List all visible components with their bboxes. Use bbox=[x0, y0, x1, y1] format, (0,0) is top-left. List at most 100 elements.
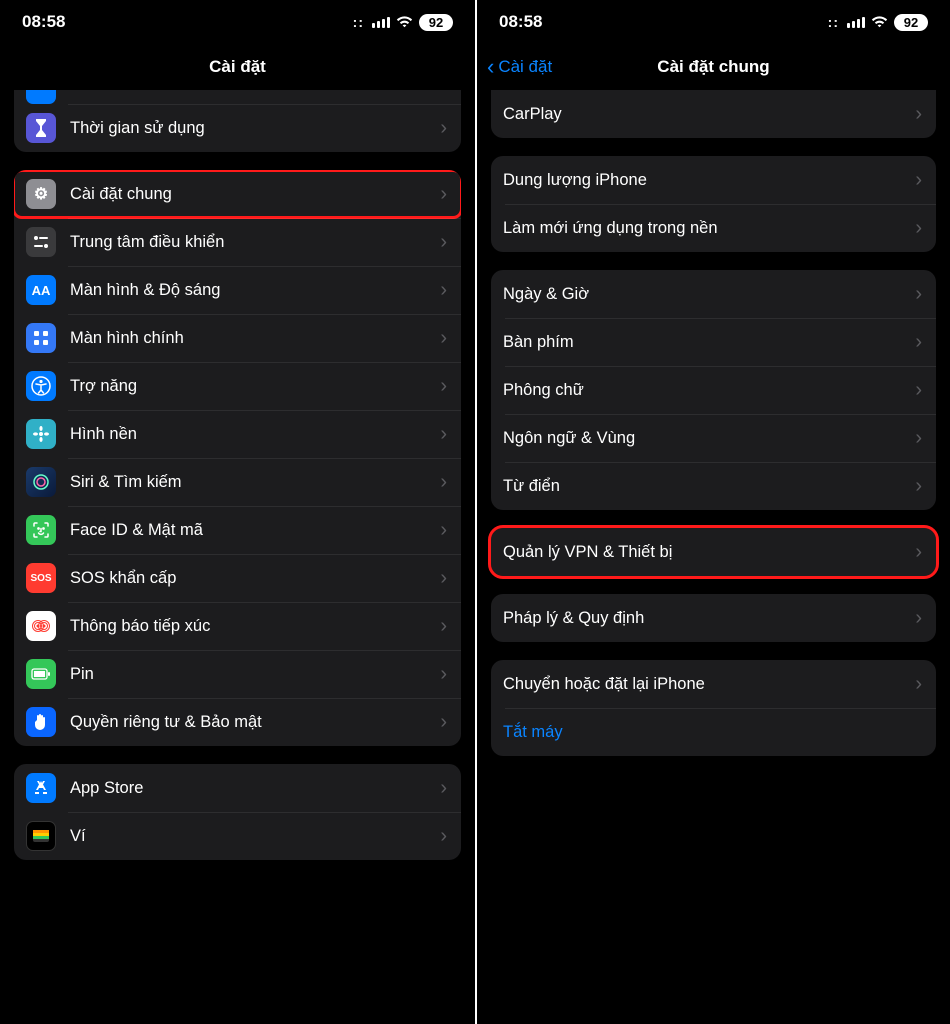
cellular-signal-icon bbox=[847, 17, 865, 28]
settings-list[interactable]: Thời gian sử dụng › ⚙ Cài đặt chung › Tr… bbox=[0, 90, 475, 1024]
nav-bar: ‹ Cài đặt Cài đặt chung bbox=[477, 44, 950, 90]
chevron-right-icon: › bbox=[915, 608, 922, 628]
group-locale: Ngày & Giờ › Bàn phím › Phông chữ › Ngôn… bbox=[491, 270, 936, 510]
row-label: Màn hình chính bbox=[70, 329, 426, 348]
row-label: Cài đặt chung bbox=[70, 185, 426, 204]
row-battery[interactable]: Pin › bbox=[14, 650, 461, 698]
row-screentime[interactable]: Thời gian sử dụng › bbox=[14, 104, 461, 152]
row-faceid[interactable]: Face ID & Mật mã › bbox=[14, 506, 461, 554]
grid-icon bbox=[26, 323, 56, 353]
row-label: Pin bbox=[70, 665, 426, 684]
group-legal: Pháp lý & Quy định › bbox=[491, 594, 936, 642]
back-button[interactable]: ‹ Cài đặt bbox=[487, 44, 552, 90]
row-label: Thời gian sử dụng bbox=[70, 119, 426, 138]
toggles-icon bbox=[26, 227, 56, 257]
exposure-icon bbox=[26, 611, 56, 641]
row-label: Tắt máy bbox=[503, 723, 922, 742]
row-general[interactable]: ⚙ Cài đặt chung › bbox=[14, 170, 461, 218]
row-label: CarPlay bbox=[503, 105, 901, 124]
chevron-right-icon: › bbox=[440, 376, 447, 396]
row-vpn-device[interactable]: Quản lý VPN & Thiết bị › bbox=[491, 528, 936, 576]
row-dictionary[interactable]: Từ điển › bbox=[491, 462, 936, 510]
faceid-icon bbox=[26, 515, 56, 545]
screenshot-right: 08:58 :: 92 ‹ Cài đặt Cài đặt chung CarP… bbox=[475, 0, 950, 1024]
row-carplay[interactable]: CarPlay › bbox=[491, 90, 936, 138]
row-label: Siri & Tìm kiếm bbox=[70, 473, 426, 492]
battery-level: 92 bbox=[904, 15, 918, 30]
chevron-right-icon: › bbox=[440, 616, 447, 636]
chevron-right-icon: › bbox=[915, 284, 922, 304]
general-list[interactable]: CarPlay › Dung lượng iPhone › Làm mới ứn… bbox=[477, 90, 950, 1024]
group-reset: Chuyển hoặc đặt lại iPhone › Tắt máy bbox=[491, 660, 936, 756]
gear-icon: ⚙ bbox=[26, 179, 56, 209]
flower-icon bbox=[26, 419, 56, 449]
row-label: Trợ năng bbox=[70, 377, 426, 396]
row-language-region[interactable]: Ngôn ngữ & Vùng › bbox=[491, 414, 936, 462]
chevron-right-icon: › bbox=[440, 568, 447, 588]
chevron-right-icon: › bbox=[440, 280, 447, 300]
chevron-right-icon: › bbox=[915, 332, 922, 352]
settings-group-main: ⚙ Cài đặt chung › Trung tâm điều khiển ›… bbox=[14, 170, 461, 746]
dual-sim-icon: :: bbox=[353, 14, 364, 30]
group-storage: Dung lượng iPhone › Làm mới ứng dụng tro… bbox=[491, 156, 936, 252]
row-transfer-reset[interactable]: Chuyển hoặc đặt lại iPhone › bbox=[491, 660, 936, 708]
row-keyboard[interactable]: Bàn phím › bbox=[491, 318, 936, 366]
chevron-right-icon: › bbox=[915, 170, 922, 190]
row-label: SOS khẩn cấp bbox=[70, 569, 426, 588]
row-privacy[interactable]: Quyền riêng tư & Bảo mật › bbox=[14, 698, 461, 746]
hand-icon bbox=[26, 707, 56, 737]
group-carplay: CarPlay › bbox=[491, 90, 936, 138]
row-label: Quyền riêng tư & Bảo mật bbox=[70, 713, 426, 732]
row-label: Phông chữ bbox=[503, 381, 901, 400]
status-right: :: 92 bbox=[353, 14, 453, 31]
row-sos[interactable]: SOS SOS khẩn cấp › bbox=[14, 554, 461, 602]
row-label: Quản lý VPN & Thiết bị bbox=[503, 543, 901, 562]
chevron-right-icon: › bbox=[440, 520, 447, 540]
row-exposure[interactable]: Thông báo tiếp xúc › bbox=[14, 602, 461, 650]
row-date-time[interactable]: Ngày & Giờ › bbox=[491, 270, 936, 318]
row-accessibility[interactable]: Trợ năng › bbox=[14, 362, 461, 410]
row-display[interactable]: AA Màn hình & Độ sáng › bbox=[14, 266, 461, 314]
dual-sim-icon: :: bbox=[828, 14, 839, 30]
partial-icon bbox=[26, 90, 56, 104]
chevron-right-icon: › bbox=[915, 218, 922, 238]
chevron-right-icon: › bbox=[440, 184, 447, 204]
battery-icon bbox=[26, 659, 56, 689]
chevron-right-icon: › bbox=[440, 232, 447, 252]
nav-bar: Cài đặt bbox=[0, 44, 475, 90]
chevron-left-icon: ‹ bbox=[487, 56, 494, 78]
row-legal[interactable]: Pháp lý & Quy định › bbox=[491, 594, 936, 642]
settings-group-partial: Thời gian sử dụng › bbox=[14, 90, 461, 152]
chevron-right-icon: › bbox=[440, 778, 447, 798]
row-label: Thông báo tiếp xúc bbox=[70, 617, 426, 636]
row-home-screen[interactable]: Màn hình chính › bbox=[14, 314, 461, 362]
row-app-store[interactable]: App Store › bbox=[14, 764, 461, 812]
page-title: Cài đặt chung bbox=[657, 57, 769, 77]
chevron-right-icon: › bbox=[440, 826, 447, 846]
row-label: Trung tâm điều khiển bbox=[70, 233, 426, 252]
cellular-signal-icon bbox=[372, 17, 390, 28]
chevron-right-icon: › bbox=[915, 674, 922, 694]
row-wallpaper[interactable]: Hình nền › bbox=[14, 410, 461, 458]
hourglass-icon bbox=[26, 113, 56, 143]
chevron-right-icon: › bbox=[915, 542, 922, 562]
row-fonts[interactable]: Phông chữ › bbox=[491, 366, 936, 414]
wallet-icon bbox=[26, 821, 56, 851]
row-label: Ngôn ngữ & Vùng bbox=[503, 429, 901, 448]
status-bar: 08:58 :: 92 bbox=[477, 0, 950, 44]
row-background-refresh[interactable]: Làm mới ứng dụng trong nền › bbox=[491, 204, 936, 252]
screenshot-left: 08:58 :: 92 Cài đặt Thời gian sử dụng › bbox=[0, 0, 475, 1024]
status-right: :: 92 bbox=[828, 14, 928, 31]
chevron-right-icon: › bbox=[915, 104, 922, 124]
accessibility-icon bbox=[26, 371, 56, 401]
row-partial[interactable] bbox=[14, 90, 461, 104]
row-iphone-storage[interactable]: Dung lượng iPhone › bbox=[491, 156, 936, 204]
row-shutdown[interactable]: Tắt máy bbox=[491, 708, 936, 756]
chevron-right-icon: › bbox=[440, 424, 447, 444]
row-siri[interactable]: Siri & Tìm kiếm › bbox=[14, 458, 461, 506]
chevron-right-icon: › bbox=[915, 380, 922, 400]
row-control-center[interactable]: Trung tâm điều khiển › bbox=[14, 218, 461, 266]
status-time: 08:58 bbox=[22, 12, 353, 32]
row-wallet[interactable]: Ví › bbox=[14, 812, 461, 860]
wifi-icon bbox=[396, 16, 413, 28]
